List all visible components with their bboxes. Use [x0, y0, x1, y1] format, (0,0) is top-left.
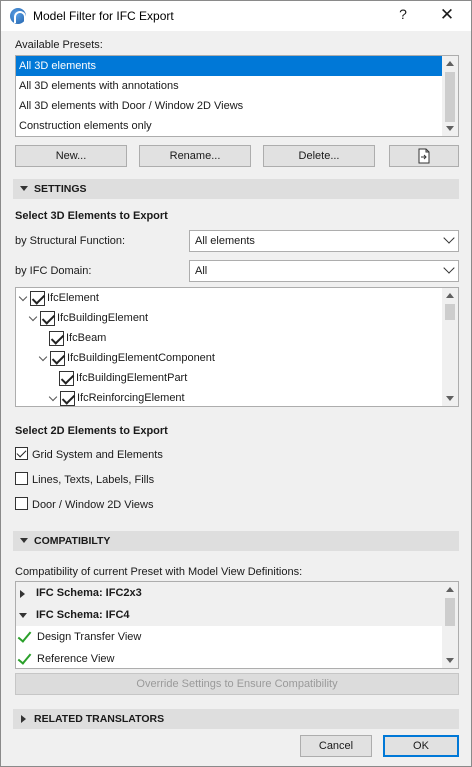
settings-section-header[interactable]: SETTINGS [13, 179, 459, 199]
archicad-logo-icon [10, 8, 26, 24]
expand-chevron-icon[interactable] [48, 392, 58, 401]
tree-checkbox[interactable] [59, 370, 74, 386]
tree-row[interactable]: IfcBuildingElementComponent [38, 348, 215, 368]
structural-function-value: All elements [195, 235, 255, 247]
tree-checkbox[interactable] [30, 290, 45, 306]
tree-checkbox[interactable] [50, 350, 65, 366]
expand-triangle-icon [21, 715, 26, 723]
structural-function-dropdown[interactable]: All elements [189, 230, 459, 252]
view-row-design-transfer[interactable]: Design Transfer View [16, 626, 442, 648]
dialog-window: Model Filter for IFC Export ? ✕ Availabl… [0, 0, 472, 767]
compatibility-title: COMPATIBILTY [34, 535, 111, 547]
schema-row-ifc4[interactable]: IFC Schema: IFC4 [16, 604, 442, 626]
collapse-triangle-icon [20, 186, 28, 191]
view-label: Reference View [37, 653, 115, 665]
collapse-triangle-icon[interactable] [19, 613, 27, 618]
available-presets-label: Available Presets: [15, 39, 103, 51]
ok-button[interactable]: OK [383, 735, 459, 757]
checkbox-label: Grid System and Elements [32, 449, 163, 461]
import-preset-button[interactable] [389, 145, 459, 167]
presets-scrollbar[interactable] [442, 56, 458, 136]
preset-item[interactable]: All 3D elements with annotations [16, 76, 442, 96]
compat-scrollbar[interactable] [442, 582, 458, 668]
structural-function-label: by Structural Function: [15, 235, 126, 247]
ifc-domain-value: All [195, 265, 208, 277]
tree-label: IfcBuildingElementPart [76, 372, 188, 384]
tree-row[interactable]: IfcReinforcingElement [48, 388, 185, 406]
tree-label: IfcReinforcingElement [77, 392, 185, 404]
help-button[interactable]: ? [389, 6, 417, 26]
scroll-thumb[interactable] [445, 304, 455, 320]
tree-row[interactable]: IfcBuildingElementPart [59, 368, 187, 388]
scroll-down-icon[interactable] [446, 658, 454, 663]
delete-preset-button[interactable]: Delete... [263, 145, 375, 167]
tree-scrollbar[interactable] [442, 288, 458, 406]
scroll-thumb[interactable] [445, 598, 455, 626]
close-button[interactable]: ✕ [433, 5, 461, 27]
grid-system-checkbox[interactable]: Grid System and Elements [15, 447, 163, 463]
translators-section-header[interactable]: RELATED TRANSLATORS [13, 709, 459, 729]
scroll-up-icon[interactable] [446, 293, 454, 298]
ifc-domain-label: by IFC Domain: [15, 265, 92, 277]
tree-checkbox[interactable] [49, 330, 64, 346]
chevron-down-icon [443, 232, 455, 244]
cancel-button[interactable]: Cancel [300, 735, 372, 757]
checkbox-box[interactable] [15, 497, 28, 510]
window-title: Model Filter for IFC Export [33, 9, 174, 23]
compatibility-section-header[interactable]: COMPATIBILTY [13, 531, 459, 551]
schema-label: IFC Schema: IFC4 [36, 609, 130, 621]
preset-item[interactable]: All 3D elements [16, 56, 442, 76]
rename-preset-button[interactable]: Rename... [139, 145, 251, 167]
tree-checkbox[interactable] [60, 390, 75, 406]
view-row-reference[interactable]: Reference View [16, 648, 442, 668]
tree-row[interactable]: IfcElement [18, 288, 99, 308]
checkbox-box[interactable] [15, 447, 28, 460]
select-2d-heading: Select 2D Elements to Export [15, 425, 168, 437]
ifc-domain-dropdown[interactable]: All [189, 260, 459, 282]
scroll-up-icon[interactable] [446, 61, 454, 66]
chevron-down-icon [443, 262, 455, 274]
expand-triangle-icon[interactable] [20, 590, 25, 598]
checkbox-box[interactable] [15, 472, 28, 485]
checkbox-label: Door / Window 2D Views [32, 499, 154, 511]
presets-list[interactable]: All 3D elements All 3D elements with ann… [15, 55, 459, 137]
scroll-thumb[interactable] [445, 72, 455, 122]
document-export-icon [418, 148, 430, 164]
compatibility-description: Compatibility of current Preset with Mod… [15, 566, 303, 578]
lines-texts-checkbox[interactable]: Lines, Texts, Labels, Fills [15, 472, 154, 488]
tree-row[interactable]: IfcBuildingElement [28, 308, 148, 328]
schema-row-ifc2x3[interactable]: IFC Schema: IFC2x3 [16, 582, 442, 604]
expand-chevron-icon[interactable] [38, 352, 48, 361]
tree-checkbox[interactable] [40, 310, 55, 326]
preset-item[interactable]: Construction elements only [16, 116, 442, 136]
compatibility-list[interactable]: IFC Schema: IFC2x3 IFC Schema: IFC4 Desi… [15, 581, 459, 669]
tree-row[interactable]: IfcBeam [49, 328, 106, 348]
schema-label: IFC Schema: IFC2x3 [36, 587, 142, 599]
scroll-down-icon[interactable] [446, 126, 454, 131]
title-bar: Model Filter for IFC Export ? ✕ [1, 1, 471, 31]
tree-label: IfcBuildingElement [57, 312, 149, 324]
tree-label: IfcElement [47, 292, 99, 304]
new-preset-button[interactable]: New... [15, 145, 127, 167]
settings-title: SETTINGS [34, 183, 87, 195]
expand-chevron-icon[interactable] [18, 292, 28, 301]
tree-label: IfcBuildingElementComponent [67, 352, 215, 364]
collapse-triangle-icon [20, 538, 28, 543]
override-settings-button[interactable]: Override Settings to Ensure Compatibilit… [15, 673, 459, 695]
tree-label: IfcBeam [66, 332, 107, 344]
green-check-icon [17, 650, 32, 665]
select-3d-heading: Select 3D Elements to Export [15, 210, 168, 222]
scroll-down-icon[interactable] [446, 396, 454, 401]
preset-item[interactable]: All 3D elements with Door / Window 2D Vi… [16, 96, 442, 116]
scroll-up-icon[interactable] [446, 587, 454, 592]
green-check-icon [17, 628, 32, 643]
door-window-2d-checkbox[interactable]: Door / Window 2D Views [15, 497, 153, 513]
expand-chevron-icon[interactable] [28, 312, 38, 321]
element-tree[interactable]: IfcElement IfcBuildingElement IfcBeam If… [15, 287, 459, 407]
view-label: Design Transfer View [37, 631, 142, 643]
checkbox-label: Lines, Texts, Labels, Fills [32, 474, 155, 486]
translators-title: RELATED TRANSLATORS [34, 713, 165, 725]
